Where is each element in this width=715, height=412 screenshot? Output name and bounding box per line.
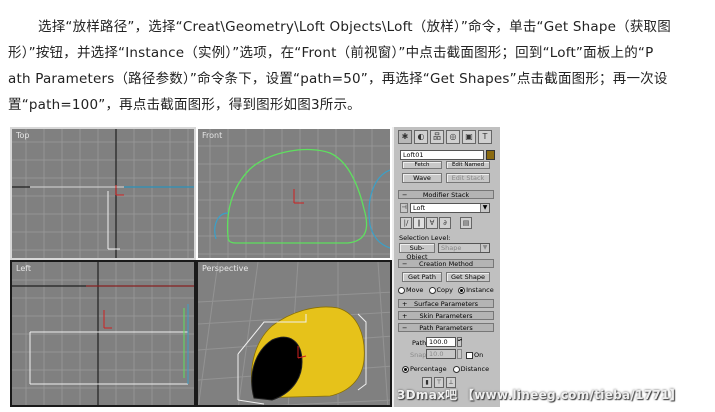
viewport-left[interactable]: Left xyxy=(10,260,196,407)
modifier-stack-title: Modifier Stack xyxy=(422,191,470,199)
edit-stack-button[interactable]: Edit Stack xyxy=(446,173,490,183)
get-path-button[interactable]: Get Path xyxy=(402,272,442,282)
copy-label: Copy xyxy=(436,286,454,294)
pin-stack-icon[interactable]: ⊣ xyxy=(400,203,408,213)
create-tab-icon[interactable]: ✱ xyxy=(398,130,412,144)
viewport-top[interactable]: Top xyxy=(10,127,196,260)
surface-parameters-title: Surface Parameters xyxy=(413,300,479,308)
wave-button[interactable]: Wave xyxy=(402,173,442,183)
viewport-label-left: Left xyxy=(16,264,32,273)
sub-object-dropdown[interactable]: Shape ▼ xyxy=(438,243,490,253)
left-view-grid xyxy=(12,262,194,405)
motion-tab-icon[interactable]: ◎ xyxy=(446,130,460,144)
max-screenshot: Top Front Left Perspective ✱ ◐ 品 ◎ ▣ T L… xyxy=(10,127,500,407)
percentage-radio[interactable] xyxy=(402,365,409,373)
move-radio[interactable] xyxy=(398,286,405,294)
stack-tools-row: |/ ∥ ∀ ∂ ▤ xyxy=(400,217,472,229)
snap-on-option: On xyxy=(466,351,483,359)
creation-method-title: Creation Method xyxy=(419,260,473,268)
path-value-field[interactable]: 100.0 xyxy=(426,337,456,347)
pin-icon[interactable]: |/ xyxy=(400,217,412,229)
viewport-label-top: Top xyxy=(16,131,30,140)
chevron-down-icon: ▼ xyxy=(480,244,489,252)
object-color-swatch[interactable] xyxy=(486,150,495,160)
command-panel-tabs: ✱ ◐ 品 ◎ ▣ T xyxy=(398,130,492,144)
configure-sets-icon[interactable]: ▤ xyxy=(460,217,472,229)
instance-label: Instance xyxy=(466,286,494,294)
article-line-4: 置“path=100”，再点击截面图形，得到图形如图3所示。 xyxy=(8,97,361,113)
copy-radio[interactable] xyxy=(428,286,436,294)
display-tab-icon[interactable]: ▣ xyxy=(462,130,476,144)
viewport-front[interactable]: Front xyxy=(196,127,392,260)
modifier-dropdown[interactable]: Loft ▼ xyxy=(410,203,490,213)
instance-radio[interactable] xyxy=(458,286,466,294)
utilities-tab-icon[interactable]: T xyxy=(478,130,492,144)
surface-parameters-rollout[interactable]: + Surface Parameters xyxy=(398,299,494,308)
chevron-down-icon: ▼ xyxy=(480,204,489,212)
skin-parameters-title: Skin Parameters xyxy=(419,312,473,320)
command-panel: ✱ ◐ 品 ◎ ▣ T Loft01 Fetch Edit Named Wave… xyxy=(392,127,500,407)
distance-radio[interactable] xyxy=(452,365,460,373)
make-unique-icon[interactable]: ∀ xyxy=(426,217,438,229)
path-mode-options: Percentage Distance xyxy=(402,365,489,373)
get-shape-button[interactable]: Get Shape xyxy=(446,272,490,282)
article-line-3: ath Parameters（路径参数）”命令条下，设置“path=50”，再选… xyxy=(8,71,668,87)
article-line-1: 选择“放样路径”，选择“Creat\Geometry\Loft Objects\… xyxy=(38,19,671,35)
front-view-grid xyxy=(198,129,390,258)
viewport-label-front: Front xyxy=(202,131,223,140)
remove-modifier-icon[interactable]: ∂ xyxy=(439,217,451,229)
top-view-grid xyxy=(12,129,194,258)
on-label: On xyxy=(474,351,484,359)
creation-method-rollout[interactable]: − Creation Method xyxy=(398,259,494,268)
sub-object-button[interactable]: Sub-Object xyxy=(399,243,435,261)
distance-label: Distance xyxy=(460,365,490,373)
percentage-label: Percentage xyxy=(410,365,447,373)
modifier-stack-rollout[interactable]: − Modifier Stack xyxy=(398,190,494,199)
snap-spinner-icon[interactable] xyxy=(457,349,462,359)
article-line-2: 形）”按钮，并选择“Instance（实例）”选项，在“Front（前视窗）”中… xyxy=(8,45,654,61)
path-parameters-title: Path Parameters xyxy=(419,324,473,332)
selection-level-label: Selection Level: xyxy=(399,234,451,242)
fetch-button[interactable]: Fetch xyxy=(402,161,442,169)
skin-parameters-rollout[interactable]: + Skin Parameters xyxy=(398,311,494,320)
viewport-perspective[interactable]: Perspective xyxy=(196,260,392,407)
path-parameters-rollout[interactable]: − Path Parameters xyxy=(398,323,494,332)
path-spinner-icon[interactable]: ▴▾ xyxy=(457,337,462,347)
modifier-dropdown-value: Loft xyxy=(413,204,426,212)
hierarchy-tab-icon[interactable]: 品 xyxy=(430,130,444,144)
perspective-view-grid xyxy=(198,262,390,405)
snap-on-checkbox[interactable] xyxy=(466,351,473,359)
move-label: Move xyxy=(406,286,424,294)
show-end-result-icon[interactable]: ∥ xyxy=(413,217,425,229)
sub-object-value: Shape xyxy=(441,244,462,252)
modify-tab-icon[interactable]: ◐ xyxy=(414,130,428,144)
viewport-label-perspective: Perspective xyxy=(202,264,249,273)
article-paragraph: 选择“放样路径”，选择“Creat\Geometry\Loft Objects\… xyxy=(8,14,708,118)
creation-options: Move Copy Instance xyxy=(398,286,494,294)
watermark: 3Dmax吧 【www.lineeg.com/tieba/1771】 xyxy=(397,388,682,402)
object-name-field[interactable]: Loft01 xyxy=(400,150,484,160)
edit-named-button[interactable]: Edit Named xyxy=(446,161,490,169)
snap-value-field[interactable]: 10.0 xyxy=(426,349,456,359)
